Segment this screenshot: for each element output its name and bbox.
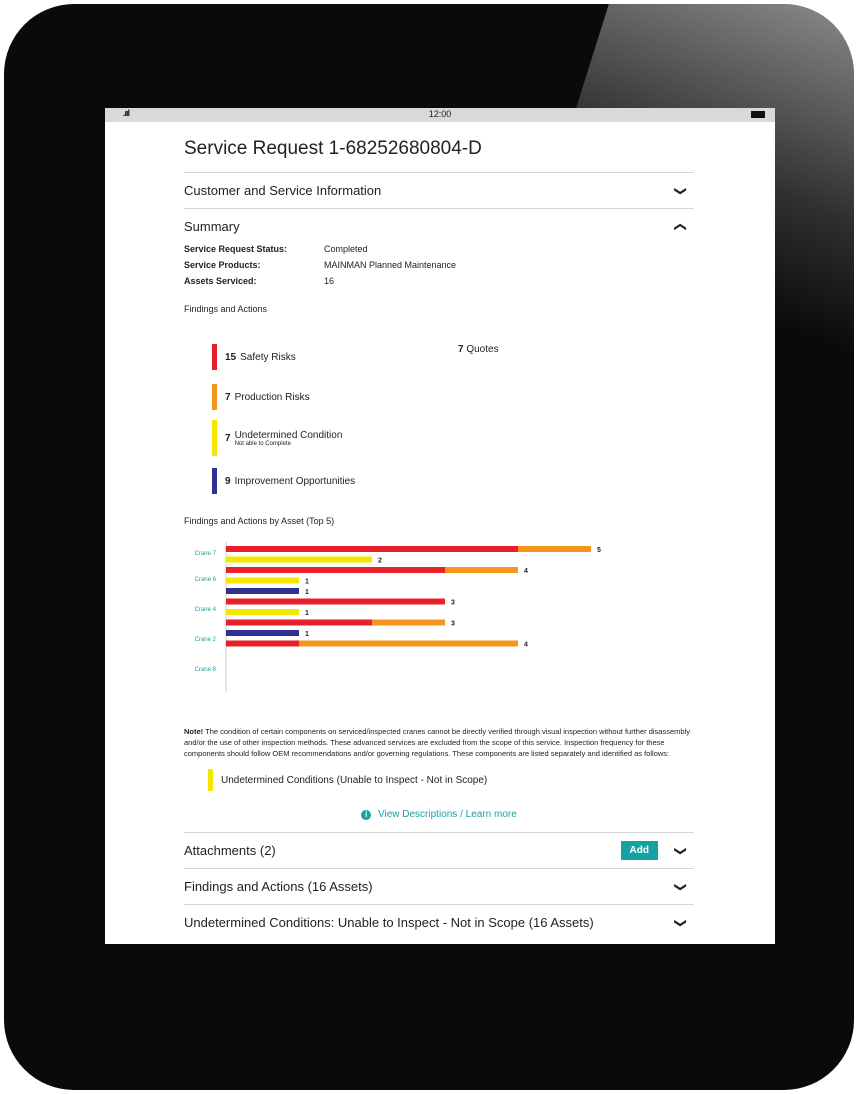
finding-production: 7 Production Risks bbox=[212, 384, 310, 410]
status-row: Service Request Status: Completed bbox=[184, 244, 694, 254]
finding-safety: 15 Safety Risks bbox=[212, 344, 296, 370]
bar-value-label: 3 bbox=[451, 621, 455, 628]
chevron-down-icon[interactable]: ❯ bbox=[674, 881, 688, 891]
findings-by-asset-chart: 5 2 4 1 1 3 1 3 1 4 Crane 7 Crane 6 Crane 4 Crane 2 Cr… bbox=[184, 542, 694, 712]
section-findings[interactable]: Findings and Actions (16 Assets) ❯ bbox=[184, 868, 694, 904]
chart-title: Findings and Actions by Asset (Top 5) bbox=[184, 516, 335, 526]
finding-label-text: Undetermined Condition bbox=[234, 429, 343, 441]
finding-count: 7 bbox=[225, 391, 231, 403]
tablet-frame: .ııl 12:00 Service Request 1-68252680804… bbox=[4, 4, 854, 1090]
bar-value-label: 1 bbox=[305, 589, 309, 596]
chart-bar bbox=[518, 546, 591, 552]
products-row: Service Products: MAINMAN Planned Mainte… bbox=[184, 260, 694, 270]
finding-color-bar bbox=[212, 468, 217, 494]
add-attachment-button[interactable]: Add bbox=[620, 841, 658, 860]
bar-value-label: 5 bbox=[597, 547, 601, 554]
category-label: Crane 7 bbox=[195, 551, 217, 557]
note-bold: Note! bbox=[184, 727, 204, 736]
section-customer[interactable]: Customer and Service Information ❯ bbox=[184, 172, 694, 208]
products-key: Service Products: bbox=[184, 260, 261, 270]
chevron-down-icon[interactable]: ❯ bbox=[674, 845, 688, 855]
finding-count: 7 bbox=[225, 432, 231, 444]
note: Note! The condition of certain component… bbox=[184, 726, 694, 759]
chart-bar bbox=[226, 546, 518, 552]
chevron-down-icon[interactable]: ❯ bbox=[674, 917, 688, 927]
finding-count: 9 bbox=[225, 475, 231, 487]
learn-more-link[interactable]: i View Descriptions / Learn more bbox=[184, 809, 694, 820]
quotes-label: Quotes bbox=[466, 344, 499, 355]
finding-color-bar bbox=[212, 420, 217, 456]
chart-bar bbox=[226, 609, 299, 615]
finding-improvement: 9 Improvement Opportunities bbox=[212, 468, 355, 494]
products-value: MAINMAN Planned Maintenance bbox=[324, 260, 457, 270]
chevron-down-icon[interactable]: ❯ bbox=[674, 185, 688, 195]
section-customer-label: Customer and Service Information bbox=[184, 183, 382, 198]
chart-bar bbox=[226, 567, 445, 573]
chart-bar bbox=[226, 598, 445, 605]
finding-label: Improvement Opportunities bbox=[234, 475, 356, 487]
bar-value-label: 4 bbox=[524, 642, 528, 649]
finding-color-bar bbox=[212, 384, 217, 410]
screen: .ııl 12:00 Service Request 1-68252680804… bbox=[105, 108, 775, 944]
bar-value-label: 1 bbox=[305, 579, 309, 586]
findings-summary: 15 Safety Risks 7 Production Risks 7 Und… bbox=[184, 314, 694, 504]
finding-label: Production Risks bbox=[234, 391, 310, 403]
category-label: Crane 2 bbox=[195, 637, 217, 643]
assets-value: 16 bbox=[324, 276, 335, 286]
summary-body: Service Request Status: Completed Servic… bbox=[184, 244, 694, 820]
finding-color-bar bbox=[212, 344, 217, 370]
chart-bar bbox=[372, 619, 445, 626]
assets-key: Assets Serviced: bbox=[184, 276, 257, 286]
assets-row: Assets Serviced: 16 bbox=[184, 276, 694, 286]
category-label: Crane 8 bbox=[195, 667, 217, 673]
chart-bar bbox=[226, 640, 299, 647]
page-title: Service Request 1-68252680804-D bbox=[184, 138, 482, 159]
content: Service Request 1-68252680804-D Customer… bbox=[184, 122, 694, 940]
finding-label: Safety Risks bbox=[240, 351, 296, 363]
status-key: Service Request Status: bbox=[184, 244, 288, 254]
legend-label: Undetermined Conditions (Unable to Inspe… bbox=[221, 774, 488, 786]
section-summary[interactable]: Summary ❮ bbox=[184, 208, 694, 244]
learn-more-label: View Descriptions / Learn more bbox=[378, 809, 517, 820]
finding-undetermined: 7 Undetermined Condition Not able to Com… bbox=[212, 420, 342, 456]
section-attachments[interactable]: Attachments (2) Add ❯ bbox=[184, 832, 694, 868]
section-summary-label: Summary bbox=[184, 219, 240, 234]
chart-bar bbox=[226, 588, 299, 594]
status-value: Completed bbox=[324, 244, 368, 254]
chart-bar bbox=[226, 556, 372, 563]
chevron-up-icon[interactable]: ❮ bbox=[674, 221, 688, 231]
section-findings-label: Findings and Actions (16 Assets) bbox=[184, 879, 373, 894]
chart-bar bbox=[226, 630, 299, 636]
legend-color-bar bbox=[208, 769, 213, 791]
undetermined-legend: Undetermined Conditions (Unable to Inspe… bbox=[208, 769, 694, 791]
category-label: Crane 6 bbox=[195, 577, 217, 583]
chart-bar bbox=[226, 619, 372, 626]
section-undetermined[interactable]: Undetermined Conditions: Unable to Inspe… bbox=[184, 904, 694, 940]
category-label: Crane 4 bbox=[195, 607, 217, 613]
bar-value-label: 1 bbox=[305, 610, 309, 617]
status-time: 12:00 bbox=[428, 109, 452, 119]
finding-count: 15 bbox=[225, 351, 237, 363]
chart-svg: 5 2 4 1 1 3 1 3 1 4 Crane 7 Crane 6 Crane 4 Crane 2 Cr… bbox=[195, 542, 601, 692]
chart-bar bbox=[226, 577, 299, 584]
bar-value-label: 3 bbox=[451, 600, 455, 607]
chart-bar bbox=[445, 567, 518, 573]
bar-value-label: 1 bbox=[305, 631, 309, 638]
note-text: The condition of certain components on s… bbox=[184, 727, 690, 758]
bar-value-label: 2 bbox=[378, 558, 382, 565]
findings-label: Findings and Actions bbox=[184, 304, 268, 314]
status-bar: .ııl 12:00 bbox=[105, 108, 775, 122]
chart-bar bbox=[299, 640, 518, 647]
finding-label: Undetermined Condition Not able to Compl… bbox=[235, 430, 343, 447]
finding-sublabel: Not able to Complete bbox=[234, 440, 291, 447]
quotes: 7 Quotes bbox=[458, 344, 499, 355]
info-icon: i bbox=[361, 810, 372, 820]
section-attachments-label: Attachments (2) bbox=[184, 843, 276, 858]
battery-icon bbox=[751, 111, 765, 118]
section-undetermined-label: Undetermined Conditions: Unable to Inspe… bbox=[184, 915, 594, 930]
bar-value-label: 4 bbox=[524, 568, 528, 575]
quotes-count: 7 bbox=[458, 344, 464, 355]
